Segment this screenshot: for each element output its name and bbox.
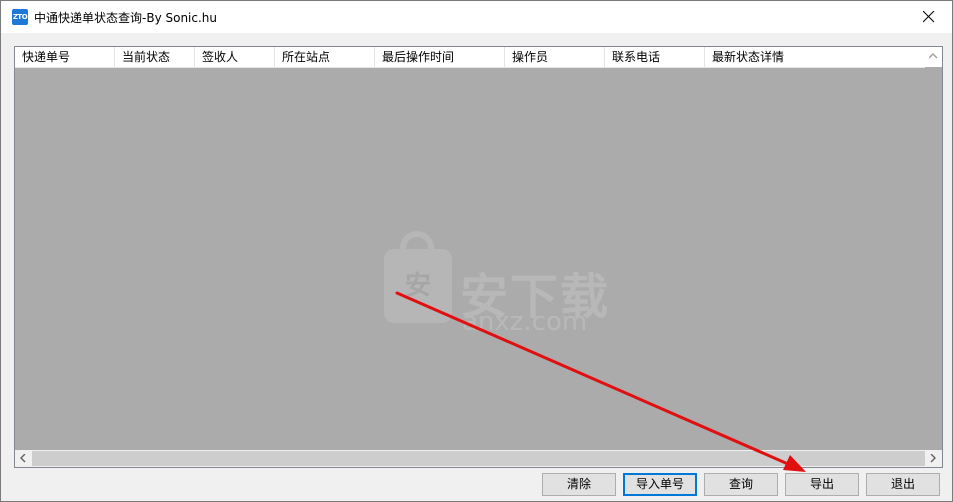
chevron-left-icon xyxy=(20,454,26,463)
query-button[interactable]: 查询 xyxy=(704,473,778,496)
title-bar[interactable]: ZTO 中通快递单状态查询-By Sonic.hu xyxy=(1,1,952,33)
app-window: ZTO 中通快递单状态查询-By Sonic.hu 快递单号 当前状态 签收人 … xyxy=(0,0,953,502)
column-header-tracking-number[interactable]: 快递单号 xyxy=(15,47,115,67)
column-header-operator[interactable]: 操作员 xyxy=(505,47,605,67)
export-button[interactable]: 导出 xyxy=(785,473,859,496)
watermark-badge-char: 安 xyxy=(404,271,431,301)
clear-button[interactable]: 清除 xyxy=(542,473,616,496)
watermark-logo: 安 安下载 anxz.com xyxy=(370,207,630,357)
list-header: 快递单号 当前状态 签收人 所在站点 最后操作时间 操作员 联系电话 最新状态详… xyxy=(15,47,925,68)
scroll-left-button[interactable] xyxy=(15,450,32,467)
exit-button[interactable]: 退出 xyxy=(866,473,940,496)
horizontal-scrollbar[interactable] xyxy=(15,450,942,467)
scrollbar-thumb[interactable] xyxy=(32,451,925,466)
app-logo-icon: ZTO xyxy=(12,9,28,25)
window-title: 中通快递单状态查询-By Sonic.hu xyxy=(34,11,218,25)
close-icon xyxy=(923,11,935,23)
chevron-up-icon xyxy=(929,53,938,59)
scroll-up-button[interactable] xyxy=(925,47,942,67)
chevron-right-icon xyxy=(930,454,936,463)
column-header-last-operation-time[interactable]: 最后操作时间 xyxy=(375,47,505,67)
column-header-phone[interactable]: 联系电话 xyxy=(605,47,705,67)
column-header-signer[interactable]: 签收人 xyxy=(195,47,275,67)
watermark-domain: anxz.com xyxy=(462,307,588,337)
import-numbers-button[interactable]: 导入单号 xyxy=(623,473,697,496)
close-button[interactable] xyxy=(906,1,952,33)
column-header-station[interactable]: 所在站点 xyxy=(275,47,375,67)
scroll-right-button[interactable] xyxy=(925,450,942,467)
column-header-current-status[interactable]: 当前状态 xyxy=(115,47,195,67)
column-header-latest-detail[interactable]: 最新状态详情 xyxy=(705,47,925,67)
tracking-list-view[interactable]: 快递单号 当前状态 签收人 所在站点 最后操作时间 操作员 联系电话 最新状态详… xyxy=(14,46,943,468)
